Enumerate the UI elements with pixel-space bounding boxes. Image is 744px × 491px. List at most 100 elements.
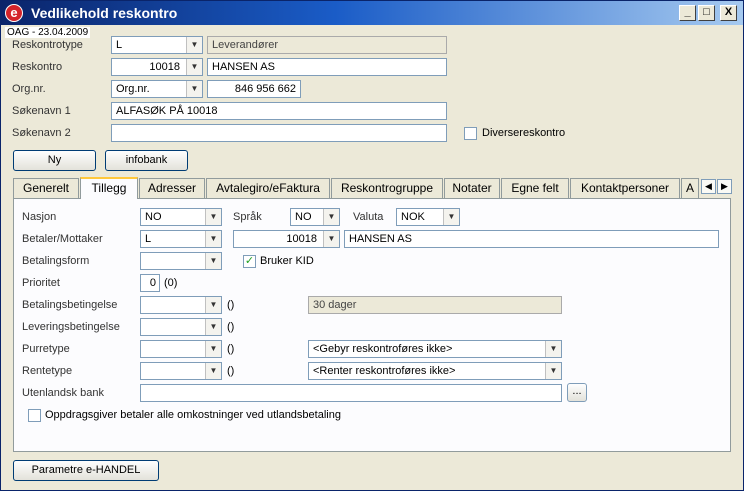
betaler-nr-value: 10018 (286, 233, 317, 245)
dropdown-arrow-icon[interactable]: ▼ (205, 297, 221, 313)
betaler-name-field[interactable]: HANSEN AS (344, 230, 719, 248)
purretype-option-value: <Gebyr reskontroføres ikke> (313, 343, 453, 355)
reskontrotype-label: Reskontrotype (12, 39, 83, 51)
ny-button[interactable]: Ny (13, 150, 96, 171)
window-title: Vedlikehold reskontro (31, 5, 178, 21)
tab-notater[interactable]: Notater (444, 178, 500, 199)
orgnr-type-value: Org.nr. (116, 83, 150, 95)
sprak-label: Språk (233, 211, 262, 223)
prioritet-field[interactable]: 0 (140, 274, 160, 292)
betalingsbetingelse-select[interactable]: ▼ (140, 296, 222, 314)
minimize-button[interactable]: _ (679, 5, 696, 21)
sprak-select[interactable]: NO ▼ (290, 208, 340, 226)
betaler-mottaker-label: Betaler/Mottaker (22, 233, 103, 245)
reskontrotype-description: Leverandører (207, 36, 447, 54)
tab-avtalegiro[interactable]: Avtalegiro/eFaktura (206, 178, 330, 199)
tab-bar: Generelt Tillegg Adresser Avtalegiro/eFa… (13, 177, 732, 199)
infobank-button[interactable]: infobank (105, 150, 188, 171)
dropdown-arrow-icon[interactable]: ▼ (205, 363, 221, 379)
rentetype-label: Rentetype (22, 365, 73, 377)
tab-tillegg[interactable]: Tillegg (80, 177, 138, 199)
tab-reskontrogruppe[interactable]: Reskontrogruppe (331, 178, 443, 199)
prioritet-label: Prioritet (22, 277, 60, 289)
betaler-type-value: L (145, 233, 152, 245)
reskontrotype-select[interactable]: L ▼ (111, 36, 203, 54)
maximize-button[interactable]: □ (698, 5, 715, 21)
utenlandsk-bank-label: Utenlandsk bank (22, 387, 104, 399)
tab-adresser[interactable]: Adresser (139, 178, 205, 199)
oppdragsgiver-label: Oppdragsgiver betaler alle omkostninger … (45, 409, 341, 421)
dropdown-arrow-icon[interactable]: ▼ (186, 81, 202, 97)
reskontrotype-value: L (116, 39, 123, 51)
betalingsbetingelse-code: () (227, 299, 235, 311)
reskontro-label: Reskontro (12, 61, 63, 73)
sprak-value: NO (295, 211, 312, 223)
sokenavn2-label: Søkenavn 2 (12, 127, 71, 139)
prioritet-description: (0) (164, 277, 178, 289)
purretype-code: () (227, 343, 235, 355)
tab-egne-felt[interactable]: Egne felt (501, 178, 569, 199)
browse-button[interactable]: ... (567, 383, 587, 402)
nasjon-value: NO (145, 211, 162, 223)
nasjon-select[interactable]: NO ▼ (140, 208, 222, 226)
dropdown-arrow-icon[interactable]: ▼ (186, 59, 202, 75)
tillegg-panel: Nasjon NO ▼ Språk NO ▼ Valuta NOK ▼ Beta… (13, 198, 731, 452)
valuta-select[interactable]: NOK ▼ (396, 208, 460, 226)
betalingsform-select[interactable]: ▼ (140, 252, 222, 270)
orgnr-type-select[interactable]: Org.nr. ▼ (111, 80, 203, 98)
tab-kontaktpersoner[interactable]: Kontaktpersoner (570, 178, 680, 199)
bruker-kid-label: Bruker KID (260, 255, 314, 267)
rentetype-code: () (227, 365, 235, 377)
tab-generelt[interactable]: Generelt (13, 178, 79, 199)
diversereskontro-checkbox[interactable] (464, 127, 477, 140)
tab-overflow[interactable]: A (681, 178, 699, 199)
dropdown-arrow-icon[interactable]: ▼ (443, 209, 459, 225)
orgnr-label: Org.nr. (12, 83, 46, 95)
leveringsbetingelse-code: () (227, 321, 235, 333)
purretype-label: Purretype (22, 343, 70, 355)
orgnr-field[interactable]: 846 956 662 (207, 80, 301, 98)
parametre-ehandel-button[interactable]: Parametre e-HANDEL (13, 460, 159, 481)
rentetype-select[interactable]: ▼ (140, 362, 222, 380)
dropdown-arrow-icon[interactable]: ▼ (323, 231, 339, 247)
dropdown-arrow-icon[interactable]: ▼ (205, 231, 221, 247)
sokenavn2-field[interactable] (111, 124, 447, 142)
dropdown-arrow-icon[interactable]: ▼ (545, 363, 561, 379)
dropdown-arrow-icon[interactable]: ▼ (205, 319, 221, 335)
betaler-nr-select[interactable]: 10018 ▼ (233, 230, 340, 248)
utenlandsk-bank-field[interactable] (140, 384, 562, 402)
dropdown-arrow-icon[interactable]: ▼ (186, 37, 202, 53)
checkmark-icon: ✓ (244, 255, 255, 267)
sokenavn1-label: Søkenavn 1 (12, 105, 71, 117)
bruker-kid-checkbox[interactable]: ✓ (243, 255, 256, 268)
title-bar[interactable]: e Vedlikehold reskontro _ □ X (1, 1, 743, 25)
dropdown-arrow-icon[interactable]: ▼ (323, 209, 339, 225)
betaler-type-select[interactable]: L ▼ (140, 230, 222, 248)
betalingsbetingelse-label: Betalingsbetingelse (22, 299, 118, 311)
window: e Vedlikehold reskontro _ □ X OAG - 23.0… (0, 0, 744, 491)
rentetype-option-value: <Renter reskontroføres ikke> (313, 365, 456, 377)
sokenavn1-field[interactable]: ALFASØK PÅ 10018 (111, 102, 447, 120)
diversereskontro-label: Diversereskontro (482, 127, 566, 139)
leveringsbetingelse-select[interactable]: ▼ (140, 318, 222, 336)
reskontro-name-field[interactable]: HANSEN AS (207, 58, 447, 76)
rentetype-option-select[interactable]: <Renter reskontroføres ikke> ▼ (308, 362, 562, 380)
dropdown-arrow-icon[interactable]: ▼ (205, 209, 221, 225)
dropdown-arrow-icon[interactable]: ▼ (205, 341, 221, 357)
dropdown-arrow-icon[interactable]: ▼ (205, 253, 221, 269)
oppdragsgiver-checkbox[interactable] (28, 409, 41, 422)
reskontro-value: 10018 (149, 61, 180, 73)
betalingsform-label: Betalingsform (22, 255, 90, 267)
tab-prev-icon[interactable]: ◀ (701, 179, 716, 194)
build-stamp: OAG - 23.04.2009 (5, 27, 91, 38)
purretype-select[interactable]: ▼ (140, 340, 222, 358)
app-logo-icon: e (5, 4, 23, 22)
close-button[interactable]: X (720, 5, 737, 21)
betalingsbetingelse-description: 30 dager (308, 296, 562, 314)
tab-next-icon[interactable]: ▶ (717, 179, 732, 194)
dropdown-arrow-icon[interactable]: ▼ (545, 341, 561, 357)
leveringsbetingelse-label: Leveringsbetingelse (22, 321, 120, 333)
nasjon-label: Nasjon (22, 211, 57, 223)
reskontro-select[interactable]: 10018 ▼ (111, 58, 203, 76)
purretype-option-select[interactable]: <Gebyr reskontroføres ikke> ▼ (308, 340, 562, 358)
